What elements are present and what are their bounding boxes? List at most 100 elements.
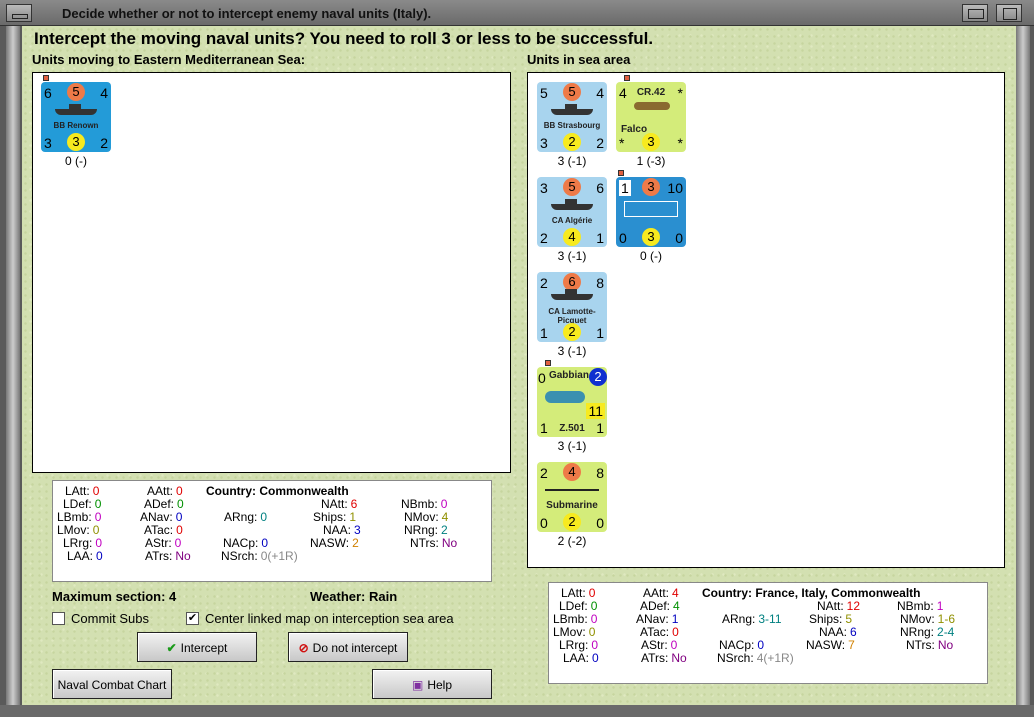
- unit-roll-label: 1 (-3): [636, 154, 666, 168]
- unit-chit-bb-renown[interactable]: 6 5 4 BB Renown 3 3 2: [41, 82, 111, 152]
- stat-value: 6: [350, 497, 358, 511]
- chit-value: 1: [596, 230, 604, 246]
- moving-units-stats: LAtt: 0 LDef: 0 LBmb: 0 LMov: 0 LRrg: 0 LAA: 0…: [52, 480, 492, 582]
- stat-nbmb: NBmb: 0: [401, 497, 447, 511]
- stat-naa: NAA: 6: [819, 625, 857, 639]
- stat-value: 0: [588, 586, 596, 600]
- stat-lmov: LMov: 0: [57, 523, 99, 537]
- stat-arng: ARng: 3-11: [722, 612, 782, 626]
- dialog-window: Decide whether or not to intercept enemy…: [0, 0, 1034, 717]
- stat-nrng: NRng: 2-4: [900, 625, 954, 639]
- do-not-intercept-button[interactable]: ⊘ Do not intercept: [288, 632, 408, 662]
- stat-natt: NAtt: 12: [817, 599, 860, 613]
- chit-value: 10: [667, 180, 683, 196]
- stat-label: Country:: [206, 484, 256, 498]
- stat-value: 0: [440, 497, 448, 511]
- unit-chit-ca-algerie[interactable]: 3 5 6 CA Algérie 2 4 1: [537, 177, 607, 247]
- help-button[interactable]: ▣ Help: [372, 669, 492, 699]
- stat-value: 0: [260, 510, 268, 524]
- stat-label: AStr:: [145, 536, 172, 550]
- chit-value: 2: [563, 133, 581, 151]
- stat-value: 0: [92, 484, 100, 498]
- stat-label: ANav:: [636, 612, 669, 626]
- stat-nbmb: NBmb: 1: [897, 599, 943, 613]
- stat-label: NACp:: [223, 536, 259, 550]
- center-map-label[interactable]: Center linked map on interception sea ar…: [205, 611, 454, 626]
- stat-country: Country: Commonwealth: [206, 484, 349, 498]
- stat-label: LDef:: [63, 497, 92, 511]
- stat-value: 0: [96, 549, 103, 563]
- stat-value: 0: [592, 651, 599, 665]
- chit-value: 6: [44, 85, 52, 101]
- stat-value: 0: [95, 536, 103, 550]
- commit-subs-checkbox[interactable]: [52, 612, 65, 625]
- restore-icon[interactable]: [996, 4, 1022, 22]
- chit-value: 3: [540, 180, 548, 196]
- unit-roll-label: 3 (-1): [557, 154, 587, 168]
- no-entry-icon: ⊘: [298, 641, 309, 655]
- title-bar[interactable]: Decide whether or not to intercept enemy…: [0, 0, 1034, 26]
- naval-combat-chart-button[interactable]: Naval Combat Chart: [52, 669, 172, 699]
- unit-chit-ca-lamotte-picquet[interactable]: 2 6 8 CA Lamotte-Picquet 1 2 1: [537, 272, 607, 342]
- do-not-intercept-button-label: Do not intercept: [312, 641, 398, 655]
- stat-ships: Ships: 5: [809, 612, 852, 626]
- chit-value: 2: [540, 275, 548, 291]
- chit-value: 5: [67, 83, 85, 101]
- cruiser-icon: [551, 289, 593, 300]
- stat-label: Country:: [702, 586, 752, 600]
- stat-value: 0: [94, 510, 102, 524]
- weather-label: Weather: Rain: [310, 589, 398, 604]
- stat-value: 0: [591, 638, 599, 652]
- stat-adef: ADef: 0: [144, 497, 184, 511]
- stat-value: 4(+1R): [756, 651, 794, 665]
- chit-value: 5: [540, 85, 548, 101]
- stat-lmov: LMov: 0: [553, 625, 595, 639]
- battleship-icon: [551, 104, 593, 115]
- stat-label: NAA:: [323, 523, 352, 537]
- chit-value: 2: [563, 513, 581, 531]
- unit-chit-falco[interactable]: 4 CR.42 * Falco * 3 *: [616, 82, 686, 152]
- chit-value: 1: [619, 180, 631, 196]
- fighter-plane-icon: [634, 102, 670, 110]
- stat-label: NRng:: [900, 625, 935, 639]
- stat-latt: LAtt: 0: [561, 586, 595, 600]
- cruiser-icon: [551, 199, 593, 210]
- intercept-button[interactable]: ✔ Intercept: [137, 632, 257, 662]
- chit-value: 0: [540, 515, 548, 531]
- stat-value: 0: [175, 510, 183, 524]
- stat-nsrch: NSrch: 0(+1R): [221, 549, 298, 563]
- unit-chit-gabbiano[interactable]: 0 Gabbiano 2 11 Z.501 1 1: [537, 367, 607, 437]
- book-icon: ▣: [411, 678, 424, 692]
- minimize-icon[interactable]: [6, 4, 32, 22]
- stat-atrs: ATrs: No: [641, 651, 687, 665]
- stat-label: ATac:: [640, 625, 670, 639]
- stat-value: 1: [671, 612, 679, 626]
- center-map-checkbox[interactable]: ✔: [186, 612, 199, 625]
- stat-label: LMov:: [57, 523, 90, 537]
- unit-chit-submarine[interactable]: 2 4 8 Submarine 0 2 0: [537, 462, 607, 532]
- commit-subs-label[interactable]: Commit Subs: [71, 611, 149, 626]
- stat-label: ATac:: [144, 523, 174, 537]
- stat-value: 0: [177, 497, 184, 511]
- aircraft-type: CR.42: [636, 87, 666, 98]
- stat-value: 0: [176, 484, 183, 498]
- stat-nacp: NACp: 0: [223, 536, 268, 550]
- stat-lrng: LRrg: 0: [63, 536, 102, 550]
- stat-value: 0: [757, 638, 765, 652]
- chit-value: 1: [596, 325, 604, 341]
- chit-value: 5: [563, 178, 581, 196]
- stat-ldef: LDef: 0: [63, 497, 101, 511]
- unit-chit-bb-strasbourg[interactable]: 5 5 4 BB Strasbourg 3 2 2: [537, 82, 607, 152]
- unit-name: BB Strasbourg: [543, 121, 601, 130]
- stat-label: LMov:: [553, 625, 586, 639]
- stat-label: ANav:: [140, 510, 173, 524]
- unit-chit-transport[interactable]: 1 3 10 0 3 0: [616, 177, 686, 247]
- stat-ntrs: NTrs: No: [906, 638, 953, 652]
- stat-label: ADef:: [640, 599, 671, 613]
- chit-value: *: [677, 135, 683, 151]
- maximize-icon[interactable]: [962, 4, 988, 22]
- chit-value: *: [619, 135, 625, 151]
- stat-label: NRng:: [404, 523, 439, 537]
- stat-label: LAA:: [67, 549, 94, 563]
- help-button-label: Help: [427, 678, 453, 692]
